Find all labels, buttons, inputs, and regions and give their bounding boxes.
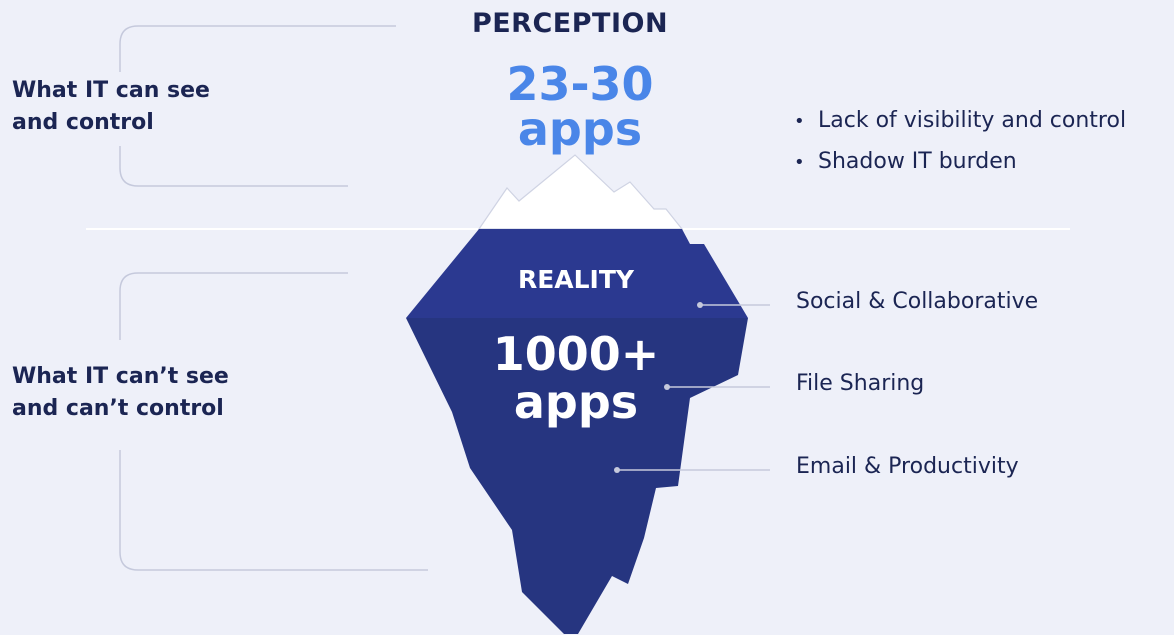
- iceberg-tip: [477, 154, 684, 230]
- perception-bullet: • Shadow IT burden: [794, 142, 1126, 183]
- reality-heading: REALITY: [517, 265, 635, 294]
- perception-bullet-text: Lack of visibility and control: [818, 108, 1127, 133]
- leader-dot-social: [697, 302, 703, 308]
- perception-count-number: 23-30: [506, 57, 654, 111]
- category-social-collaborative: Social & Collaborative: [796, 289, 1039, 314]
- reality-side-label-line1: What IT can’t see: [12, 364, 229, 389]
- perception-bullet-text: Shadow IT burden: [818, 149, 1017, 174]
- bullet-dot-icon: •: [794, 111, 805, 132]
- perception-side-label-line2: and control: [12, 110, 154, 135]
- reality-count: 1000+ apps: [426, 330, 726, 426]
- category-file-sharing: File Sharing: [796, 371, 925, 396]
- perception-side-label-line1: What IT can see: [12, 78, 210, 103]
- reality-count-unit: apps: [513, 375, 639, 429]
- reality-side-label-line2: and can’t control: [12, 396, 224, 421]
- bullet-dot-icon: •: [794, 152, 805, 173]
- perception-bullet: • Lack of visibility and control: [794, 101, 1126, 142]
- perception-side-label: What IT can see and control: [12, 75, 210, 139]
- reality-side-label: What IT can’t see and can’t control: [12, 361, 229, 425]
- perception-bullet-list: • Lack of visibility and control • Shadow …: [794, 101, 1126, 183]
- leader-dot-email: [614, 467, 620, 473]
- reality-count-number: 1000+: [492, 327, 660, 381]
- perception-heading: PERCEPTION: [471, 8, 669, 39]
- perception-count-unit: apps: [517, 102, 643, 156]
- category-email-productivity: Email & Productivity: [796, 454, 1019, 479]
- perception-count: 23-30 apps: [430, 57, 730, 156]
